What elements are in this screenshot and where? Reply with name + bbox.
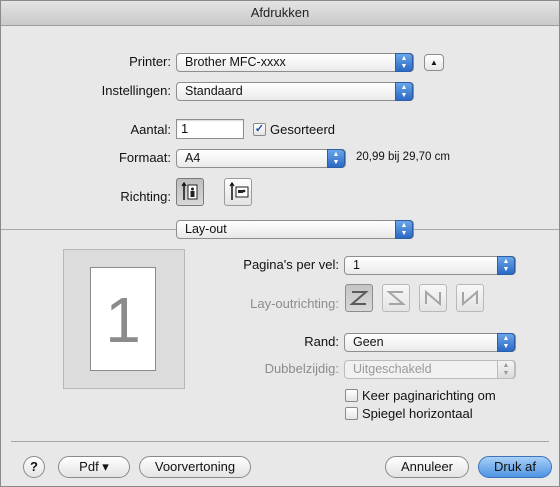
cancel-button[interactable]: Annuleer [385, 456, 469, 478]
popup-arrows-icon: ▲ ▼ [395, 82, 413, 101]
paper-dimensions-text: 20,99 bij 29,70 cm [356, 151, 450, 163]
orientation-label: Richting: [120, 189, 171, 204]
help-button[interactable]: ? [23, 456, 45, 478]
flip-horizontal-checkbox[interactable] [345, 407, 358, 420]
direction-z-button[interactable] [345, 284, 373, 312]
two-sided-popup[interactable]: Uitgeschakeld ▲ ▼ [344, 360, 516, 379]
section-value: Lay-out [185, 222, 227, 236]
copies-field[interactable]: 1 [176, 119, 244, 139]
print-button[interactable]: Druk af [478, 456, 552, 478]
paper-size-popup[interactable]: A4 ▲ ▼ [176, 149, 346, 168]
direction-z-icon [349, 291, 369, 305]
checkmark-icon: ✓ [254, 123, 265, 135]
direction-reverse-n-button[interactable] [456, 284, 484, 312]
popup-arrows-icon: ▲ ▼ [497, 256, 515, 275]
disclosure-toggle-button[interactable]: ▲ [424, 54, 444, 71]
popup-arrows-icon: ▲ ▼ [497, 360, 515, 379]
border-popup[interactable]: Geen ▲ ▼ [344, 333, 516, 352]
copies-label: Aantal: [130, 122, 171, 137]
layout-direction-label: Lay-outrichting: [250, 296, 339, 311]
preview-button[interactable]: Voorvertoning [139, 456, 251, 478]
printer-label: Printer: [129, 54, 171, 69]
direction-reverse-n-icon [462, 289, 478, 307]
presets-value: Standaard [185, 84, 243, 98]
footer-separator [11, 441, 549, 442]
landscape-orientation-button[interactable] [224, 178, 252, 206]
portrait-orientation-button[interactable] [176, 178, 204, 206]
direction-n-icon [425, 289, 441, 307]
presets-label: Instellingen: [101, 83, 171, 98]
preview-sheet: 1 [90, 267, 156, 371]
popup-arrows-icon: ▲ ▼ [395, 53, 413, 72]
border-value: Geen [353, 335, 384, 349]
pages-per-sheet-label: Pagina's per vel: [243, 257, 339, 272]
pdf-button[interactable]: Pdf ▾ [58, 456, 130, 478]
popup-arrows-icon: ▲ ▼ [395, 220, 413, 239]
direction-reverse-z-icon [386, 291, 406, 305]
collated-label: Gesorteerd [270, 122, 336, 137]
window-title: Afdrukken [1, 1, 559, 26]
flip-horizontal-label: Spiegel horizontaal [362, 406, 473, 421]
two-sided-label: Dubbelzijdig: [264, 361, 339, 376]
section-popup[interactable]: Lay-out ▲ ▼ [176, 220, 414, 239]
paper-size-label: Formaat: [118, 150, 171, 165]
reverse-orientation-checkbox[interactable] [345, 389, 358, 402]
popup-arrows-icon: ▲ ▼ [327, 149, 345, 168]
pages-per-sheet-value: 1 [353, 258, 360, 272]
pages-per-sheet-popup[interactable]: 1 ▲ ▼ [344, 256, 516, 275]
printer-popup[interactable]: Brother MFC-xxxx ▲ ▼ [176, 53, 414, 72]
border-label: Rand: [304, 334, 339, 349]
paper-size-value: A4 [185, 151, 201, 165]
two-sided-value: Uitgeschakeld [353, 362, 432, 376]
collated-checkbox[interactable]: ✓ [253, 123, 266, 136]
direction-n-button[interactable] [419, 284, 447, 312]
print-dialog: Afdrukken Printer: Brother MFC-xxxx ▲ ▼ ▲… [0, 0, 560, 487]
popup-arrows-icon: ▲ ▼ [497, 333, 515, 352]
question-icon: ? [30, 459, 38, 474]
page-preview: 1 [63, 249, 185, 389]
direction-reverse-z-button[interactable] [382, 284, 410, 312]
triangle-up-icon: ▲ [430, 58, 438, 67]
printer-value: Brother MFC-xxxx [185, 55, 286, 69]
presets-popup[interactable]: Standaard ▲ ▼ [176, 82, 414, 101]
portrait-icon [181, 181, 198, 200]
reverse-orientation-label: Keer paginarichting om [362, 388, 496, 403]
landscape-icon [229, 181, 249, 200]
